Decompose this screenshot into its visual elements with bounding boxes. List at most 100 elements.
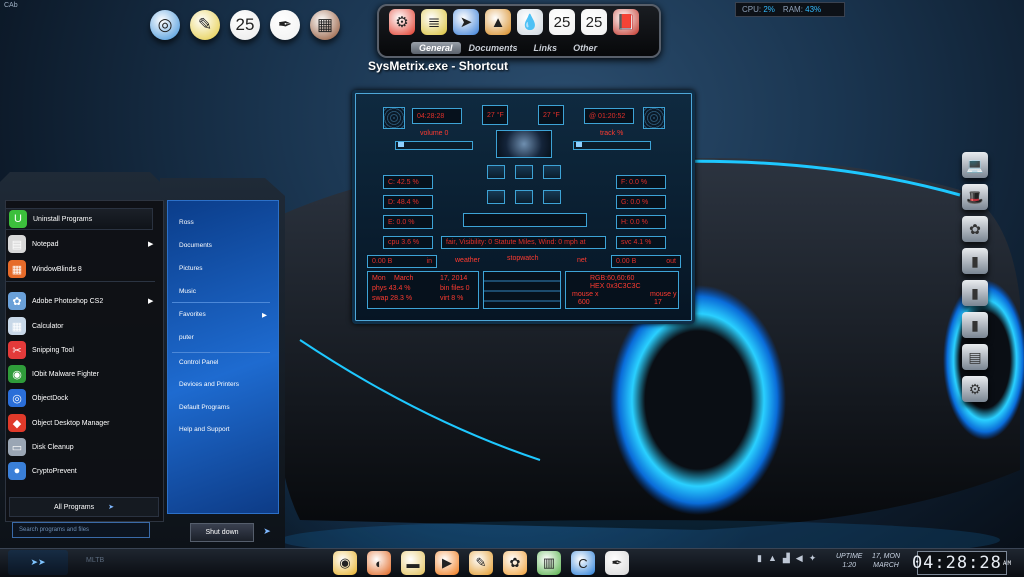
network-icon[interactable]: ✦ [809, 553, 817, 564]
clock[interactable]: 04:28:28 AM [912, 551, 1011, 575]
signal-icon[interactable]: ▟ [783, 553, 790, 564]
hat-icon[interactable]: 🎩 [962, 184, 988, 210]
crayons-icon[interactable]: ✎ [190, 10, 220, 40]
place-item[interactable]: Control Panel [179, 359, 218, 366]
all-programs-button[interactable]: All Programs ➤ [9, 497, 159, 517]
windows-logo-icon: ➤➤ [30, 557, 46, 567]
search-input[interactable]: Search programs and files [12, 522, 150, 538]
widget-button[interactable] [487, 165, 505, 179]
program-label: CryptoPrevent [32, 467, 77, 475]
stopwatch-label: stopwatch [507, 255, 539, 262]
program-item[interactable]: ✿ Adobe Photoshop CS2 ▶ [8, 290, 153, 312]
widget-button[interactable] [543, 190, 561, 204]
action-center-icon[interactable]: ▮ [757, 553, 762, 564]
door-icon-glyph: ▮ [971, 316, 979, 333]
taskbar-label: MLTB [86, 557, 105, 564]
program-item[interactable]: ◉ IObit Malware Fighter [8, 363, 99, 385]
place-item[interactable]: Music [179, 288, 196, 295]
chrome-icon[interactable]: ◉ [333, 551, 357, 575]
uptime-label: UPTIME [836, 553, 863, 560]
program-item[interactable]: ▭ Disk Cleanup [8, 436, 74, 458]
objectdock-icon: ◎ [8, 389, 26, 407]
calendar-icon[interactable]: 25 [581, 9, 607, 35]
door-icon[interactable]: ▮ [962, 248, 988, 274]
place-item[interactable]: puter [179, 334, 194, 341]
place-item[interactable]: Favorites [179, 311, 206, 318]
chevron-up-icon[interactable]: ▲ [768, 553, 777, 564]
cursor-icon[interactable]: ➤ [453, 9, 479, 35]
shutdown-button[interactable]: Shut down [190, 523, 254, 542]
net-out-value: 0.00 B [616, 258, 637, 265]
media-player-icon[interactable]: ▶ [435, 551, 459, 575]
chevron-right-icon: ➤ [108, 504, 114, 511]
program-item[interactable]: ▦ WindowBlinds 8 [8, 258, 82, 280]
media-controls[interactable] [463, 213, 587, 227]
place-item[interactable]: Help and Support [179, 426, 230, 433]
cabinet-icon[interactable]: ▦ [310, 10, 340, 40]
program-item[interactable]: ▤ Notepad ▶ [8, 233, 153, 255]
chart-icon-glyph: ▥ [542, 555, 556, 570]
tab-general[interactable]: General [411, 42, 461, 54]
program-label: Calculator [32, 322, 64, 330]
place-item[interactable]: Default Programs [179, 404, 230, 411]
network-icon[interactable]: ⚙ [962, 376, 988, 402]
sunflower-icon-glyph: ✿ [969, 220, 981, 237]
book-icon[interactable]: 📕 [613, 9, 639, 35]
door-icon[interactable]: ▮ [962, 312, 988, 338]
documents-icon[interactable]: ▤ [962, 344, 988, 370]
ccleaner-icon[interactable]: C [571, 551, 595, 575]
sunflower-icon[interactable]: ✿ [962, 216, 988, 242]
planet-display [496, 130, 552, 158]
program-item[interactable]: ◆ Object Desktop Manager [8, 412, 109, 434]
widget-button[interactable] [515, 165, 533, 179]
program-item[interactable]: U Uninstall Programs [5, 208, 153, 230]
notes-icon[interactable]: ✎ [469, 551, 493, 575]
place-item[interactable]: Pictures [179, 265, 202, 272]
widget-button[interactable] [487, 190, 505, 204]
laptop-icon[interactable]: 💻 [962, 152, 988, 178]
program-item[interactable]: ▦ Calculator [8, 315, 64, 337]
calendar-icon[interactable]: 25 [549, 9, 575, 35]
place-item[interactable]: Ross [179, 219, 194, 226]
date-line1: 17, MON [872, 553, 901, 560]
water-drop-icon-glyph: 💧 [520, 14, 540, 31]
volume-icon[interactable]: ◀ [796, 553, 803, 564]
earth-icon[interactable]: ◎ [150, 10, 180, 40]
start-button[interactable]: ➤➤ [8, 550, 68, 575]
desktop-icon-row: ◎ ✎ 25 ✒ ▦ [150, 10, 340, 40]
notepad-icon: ▤ [8, 235, 26, 253]
svc-usage: svc 4.1 % [616, 236, 666, 249]
widget-button[interactable] [515, 190, 533, 204]
bin-files: bin files 0 [440, 285, 470, 292]
paint-icon[interactable]: ✿ [503, 551, 527, 575]
folder-icon[interactable]: ▬ [401, 551, 425, 575]
tab-other[interactable]: Other [565, 42, 605, 54]
widget-button[interactable] [543, 165, 561, 179]
door-icon[interactable]: ▮ [962, 280, 988, 306]
tab-links[interactable]: Links [526, 42, 566, 54]
shutdown-options-icon[interactable]: ➤ [258, 524, 276, 539]
pyramid-icon[interactable]: ▲ [485, 9, 511, 35]
calendar-icon[interactable]: 25 [230, 10, 260, 40]
place-item[interactable]: Devices and Printers [179, 381, 239, 388]
chart-icon[interactable]: ▥ [537, 551, 561, 575]
track-slider[interactable] [573, 141, 651, 150]
net-in: 0.00 B in [367, 255, 437, 268]
program-item[interactable]: ◎ ObjectDock [8, 387, 68, 409]
network-icon[interactable]: ⚙ [389, 9, 415, 35]
notes-icon[interactable]: ≣ [421, 9, 447, 35]
firefox-icon[interactable]: ◐ [367, 551, 391, 575]
mouse-x-label: mouse x [572, 291, 599, 298]
program-item[interactable]: ● CryptoPrevent [8, 460, 77, 482]
quill-icon[interactable]: ✒ [270, 10, 300, 40]
stopwatch-grid[interactable] [483, 271, 561, 309]
water-drop-icon[interactable]: 💧 [517, 9, 543, 35]
program-item[interactable]: ✂ Snipping Tool [8, 339, 74, 361]
drive-f: F: 0.0 % [616, 175, 666, 189]
quill-icon[interactable]: ✒ [605, 551, 629, 575]
lock-icon-glyph: ● [13, 465, 21, 477]
tab-documents[interactable]: Documents [461, 42, 526, 54]
notes-icon-glyph: ✎ [475, 555, 487, 570]
place-item[interactable]: Documents [179, 242, 212, 249]
volume-slider[interactable] [395, 141, 473, 150]
